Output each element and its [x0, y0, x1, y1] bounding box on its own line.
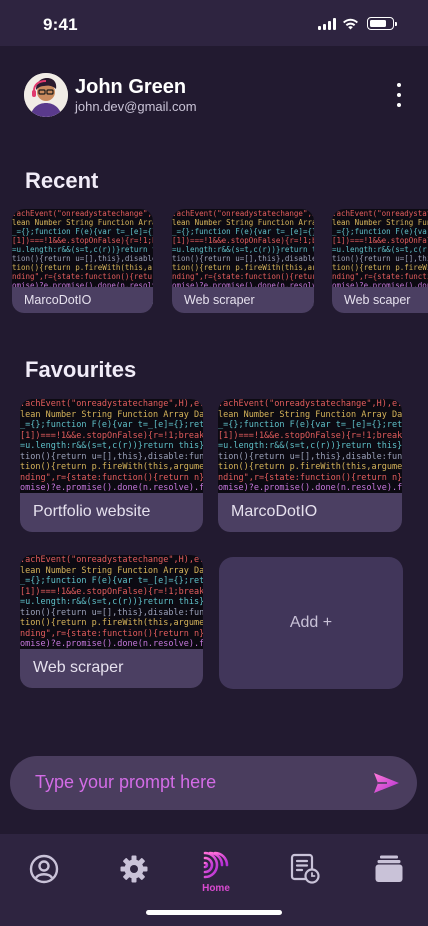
profile-header[interactable]: John Green john.dev@gmail.com — [24, 73, 197, 117]
code-line: tion(){return p.fireWith(this,arguments)… — [12, 263, 153, 272]
send-icon[interactable] — [373, 772, 400, 794]
code-line: lean Number String Function Array Date R… — [172, 218, 314, 227]
code-line: .achEvent("onreadystatechange",H),e.atta… — [172, 209, 314, 218]
code-line: [1])===!1&&e.stopOnFalse){r=!1;break}n=!… — [218, 430, 402, 441]
code-line: lean Number String Function Array Date R… — [218, 409, 402, 420]
code-line: =u.length:r&&(s=t,c(r))}return this},rem… — [218, 441, 402, 451]
code-line: lean Number String Function Array Date R… — [332, 218, 428, 227]
nav-profile[interactable] — [27, 852, 61, 886]
code-line: nding",r={state:function(){return n},alw… — [20, 628, 203, 639]
profile-icon — [29, 854, 59, 884]
recent-card[interactable]: .achEvent("onreadystatechange",H),e.atta… — [332, 209, 428, 313]
code-line: [1])===!1&&e.stopOnFalse){r=!1;break}n=!… — [172, 236, 314, 245]
add-favourite-button[interactable]: Add + — [219, 557, 403, 689]
code-line: .achEvent("onreadystatechange",H),e.atta… — [332, 209, 428, 218]
home-indicator — [146, 910, 282, 915]
code-line: lean Number String Function Array Date R… — [20, 565, 203, 576]
code-line: lean Number String Function Array Date R… — [20, 409, 203, 420]
code-line: =u.length:r&&(s=t,c(r))}return this},rem… — [172, 245, 314, 254]
home-icon — [203, 851, 229, 879]
status-icons — [318, 17, 397, 30]
favourite-card-label: Web scraper — [33, 659, 124, 676]
code-line: .achEvent("onreadystatechange",H),e.atta… — [20, 555, 203, 565]
code-line: =u.length:r&&(s=t,c(r))}return this},rem… — [20, 597, 203, 607]
code-line: tion(){return p.fireWith(this,arguments)… — [172, 263, 314, 272]
favourite-card-label: MarcoDotIO — [231, 503, 318, 520]
code-line: nding",r={state:function(){return n},alw… — [218, 472, 402, 483]
avatar[interactable] — [24, 73, 68, 117]
favourites-title: Favourites — [25, 357, 137, 382]
code-line: omise)?e.promise().done(n.resolve).fail(… — [20, 639, 203, 649]
prompt-input[interactable]: Type your prompt here — [35, 772, 216, 793]
more-options-button[interactable] — [394, 83, 404, 107]
recent-title: Recent — [25, 168, 99, 193]
code-line: _={};function F(e){var t=_[e]={};return … — [12, 227, 153, 236]
code-line: tion(){return p.fireWith(this,arguments)… — [332, 263, 428, 272]
stack-icon — [375, 855, 403, 882]
favourite-card[interactable]: .achEvent("onreadystatechange",H),e.atta… — [20, 555, 203, 688]
status-time: 9:41 — [43, 15, 78, 34]
code-line: .achEvent("onreadystatechange",H),e.atta… — [12, 209, 153, 218]
code-line: nding",r={state:function(){return n},alw… — [332, 272, 428, 281]
favourite-card-label: Portfolio website — [33, 503, 151, 520]
recent-card[interactable]: .achEvent("onreadystatechange",H),e.atta… — [172, 209, 314, 313]
code-line: tion(){return u=[],this},disable:functio… — [172, 254, 314, 263]
code-line: [1])===!1&&e.stopOnFalse){r=!1;break}n=!… — [332, 236, 428, 245]
code-line: lean Number String Function Array Date R… — [12, 218, 153, 227]
prompt-bar[interactable]: Type your prompt here — [10, 756, 417, 810]
code-line: nding",r={state:function(){return n},alw… — [12, 272, 153, 281]
code-line: _={};function F(e){var t=_[e]={};return … — [218, 420, 402, 430]
nav-history[interactable] — [288, 852, 322, 886]
code-line: tion(){return u=[],this},disable:functio… — [20, 607, 203, 618]
code-line: =u.length:r&&(s=t,c(r))}return this},rem… — [20, 441, 203, 451]
code-line: tion(){return u=[],this},disable:functio… — [12, 254, 153, 263]
code-line: tion(){return u=[],this},disable:functio… — [218, 451, 402, 462]
nav-settings[interactable] — [117, 852, 151, 886]
user-email: john.dev@gmail.com — [75, 99, 197, 114]
code-line: nding",r={state:function(){return n},alw… — [172, 272, 314, 281]
gear-icon — [120, 855, 148, 883]
code-line: _={};function F(e){var t=_[e]={};return … — [332, 227, 428, 236]
code-line: tion(){return p.fireWith(this,arguments)… — [20, 618, 203, 628]
nav-home[interactable] — [199, 848, 233, 882]
add-favourite-label: Add + — [289, 614, 333, 631]
code-line: tion(){return u=[],this},disable:functio… — [332, 254, 428, 263]
code-line: omise)?e.promise().done(n.resolve).fail(… — [218, 483, 402, 493]
code-line: tion(){return p.fireWith(this,arguments)… — [20, 462, 203, 472]
nav-home-label: Home — [202, 883, 230, 894]
favourite-card[interactable]: .achEvent("onreadystatechange",H),e.atta… — [20, 399, 203, 532]
favourite-card[interactable]: .achEvent("onreadystatechange",H),e.atta… — [218, 399, 402, 532]
code-line: _={};function F(e){var t=_[e]={};return … — [20, 420, 203, 430]
wifi-icon — [343, 18, 358, 29]
code-line: tion(){return u=[],this},disable:functio… — [20, 451, 203, 462]
avatar-illustration — [24, 73, 68, 117]
code-line: .achEvent("onreadystatechange",H),e.atta… — [218, 399, 402, 409]
more-vertical-icon — [397, 83, 401, 87]
code-line: tion(){return p.fireWith(this,arguments)… — [218, 462, 402, 472]
recent-card-label: Web scaper — [344, 293, 411, 307]
recent-card[interactable]: .achEvent("onreadystatechange",H),e.atta… — [12, 209, 153, 313]
code-line: =u.length:r&&(s=t,c(r))}return this},rem… — [12, 245, 153, 254]
code-line: [1])===!1&&e.stopOnFalse){r=!1;break}n=!… — [20, 586, 203, 597]
code-line: nding",r={state:function(){return n},alw… — [20, 472, 203, 483]
user-name: John Green — [75, 76, 187, 98]
code-line: _={};function F(e){var t=_[e]={};return … — [172, 227, 314, 236]
code-line: [1])===!1&&e.stopOnFalse){r=!1;break}n=!… — [12, 236, 153, 245]
recent-card-label: MarcoDotIO — [24, 293, 92, 307]
status-bar: 9:41 — [0, 0, 428, 46]
document-clock-icon — [290, 853, 320, 884]
code-line: omise)?e.promise().done(n.resolve).fail(… — [20, 483, 203, 493]
nav-library[interactable] — [372, 852, 406, 886]
recent-card-label: Web scraper — [184, 293, 255, 307]
code-line: =u.length:r&&(s=t,c(r))}return this},rem… — [332, 245, 428, 254]
code-line: _={};function F(e){var t=_[e]={};return … — [20, 576, 203, 586]
code-line: [1])===!1&&e.stopOnFalse){r=!1;break}n=!… — [20, 430, 203, 441]
signal-icon — [318, 17, 336, 30]
battery-icon — [367, 17, 397, 30]
code-line: .achEvent("onreadystatechange",H),e.atta… — [20, 399, 203, 409]
